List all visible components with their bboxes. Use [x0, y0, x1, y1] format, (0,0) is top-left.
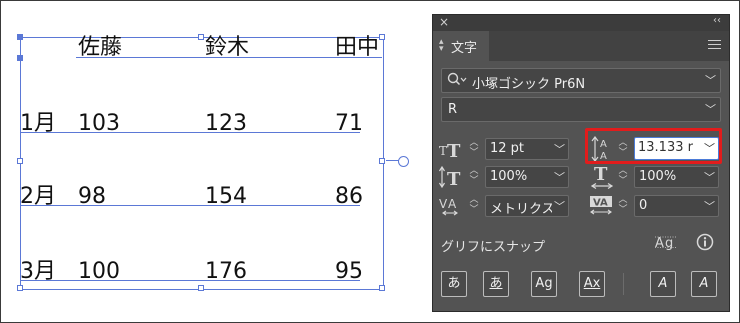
- cell-value: 100: [78, 259, 120, 284]
- kerning-field[interactable]: メトリクス ﹀: [485, 195, 569, 217]
- font-size-stepper[interactable]: ︿ ﹀: [467, 138, 481, 160]
- svg-text:A: A: [655, 236, 664, 251]
- chevron-down-icon[interactable]: ﹀: [554, 169, 565, 185]
- header-sato: 佐藤: [78, 35, 123, 60]
- tracking-field[interactable]: 0 ﹀: [634, 195, 719, 217]
- kerning-icon: V A: [439, 195, 465, 221]
- snap-baseline-button[interactable]: あ: [441, 271, 467, 297]
- chevron-down-icon[interactable]: ﹀: [704, 198, 715, 214]
- chevron-down-icon[interactable]: ﹀: [554, 141, 565, 157]
- row-label: 1月: [20, 111, 56, 136]
- cell-value: 98: [78, 184, 106, 209]
- svg-text:T: T: [439, 144, 447, 158]
- snap-to-glyph-label: グリフにスナップ: [441, 240, 546, 255]
- kerning-stepper[interactable]: ︿ ﹀: [467, 195, 481, 217]
- font-size-value: 12 pt: [490, 141, 525, 156]
- cell-value: 95: [335, 259, 363, 284]
- collapse-icon[interactable]: ‹‹: [713, 15, 721, 26]
- font-family-value: 小塚ゴシック Pr6N: [472, 77, 586, 92]
- handle-middle-right[interactable]: [379, 158, 385, 164]
- vertical-scale-stepper[interactable]: ︿ ﹀: [467, 166, 481, 188]
- chevron-down-icon[interactable]: ﹀: [554, 198, 565, 214]
- snap-angular-guides-button[interactable]: A: [650, 271, 676, 297]
- tracking-stepper[interactable]: ︿ ﹀: [616, 195, 630, 217]
- handle-bottom-middle[interactable]: [198, 285, 204, 291]
- tracking-value: 0: [639, 198, 648, 213]
- header-tanaka: 田中: [335, 35, 380, 60]
- tab-label: 文字: [451, 41, 478, 56]
- svg-text:T: T: [447, 141, 461, 160]
- svg-text:A: A: [448, 197, 457, 211]
- chevron-down-icon[interactable]: ﹀: [704, 169, 715, 185]
- horizontal-scale-field[interactable]: 100% ﹀: [634, 166, 719, 188]
- handle-bottom-right[interactable]: [379, 285, 385, 291]
- artboard-canvas: 佐藤 鈴木 田中 1月 103 123 71 2月 98 154 86 3月 1…: [0, 0, 420, 323]
- horizontal-scale-icon: T: [590, 164, 615, 194]
- close-icon[interactable]: ×: [439, 15, 449, 29]
- baseline-row-2: [20, 205, 360, 206]
- svg-text:VA: VA: [593, 198, 608, 209]
- snap-em-box-button[interactable]: あ: [483, 271, 509, 297]
- row-label: 2月: [20, 184, 56, 209]
- svg-text:T: T: [594, 164, 608, 185]
- chevron-down-icon: ﹀: [705, 103, 716, 116]
- vertical-scale-field[interactable]: 100% ﹀: [485, 166, 569, 188]
- baseline-row-3: [20, 280, 360, 281]
- row-label: 3月: [20, 259, 56, 284]
- horizontal-scale-stepper[interactable]: ︿ ﹀: [616, 166, 630, 188]
- kerning-value: メトリクス: [490, 202, 552, 217]
- svg-text:V: V: [439, 197, 448, 211]
- button-separator: [623, 273, 624, 295]
- leading-highlight-box: [585, 128, 722, 164]
- glyph-snap-icon[interactable]: A g: [655, 233, 679, 257]
- cell-value: 154: [205, 184, 247, 209]
- font-size-field[interactable]: 12 pt ﹀: [485, 138, 569, 160]
- tab-character[interactable]: ▴ ▾ 文字: [433, 31, 489, 61]
- text-frame-selection[interactable]: [20, 37, 384, 290]
- font-family-dropdown[interactable]: 小塚ゴシック Pr6N ﹀: [441, 68, 721, 93]
- info-icon[interactable]: [696, 233, 714, 255]
- vertical-scale-icon: T: [438, 165, 465, 192]
- handle-bottom-left[interactable]: [17, 285, 23, 291]
- font-style-dropdown[interactable]: R ﹀: [441, 97, 721, 122]
- cell-value: 176: [205, 259, 247, 284]
- cell-value: 71: [335, 111, 363, 136]
- panel-title-bar: × ‹‹: [433, 15, 729, 31]
- chevron-down-icon: ﹀: [705, 74, 716, 87]
- header-suzuki: 鈴木: [205, 35, 250, 60]
- snap-anchor-point-button[interactable]: A: [691, 271, 717, 297]
- snap-proximity-guides-button[interactable]: Ax: [579, 271, 605, 297]
- vertical-scale-value: 100%: [490, 169, 528, 184]
- cell-value: 86: [335, 184, 363, 209]
- search-icon[interactable]: [447, 71, 467, 93]
- cell-value: 103: [78, 111, 120, 136]
- horizontal-scale-value: 100%: [639, 169, 677, 184]
- font-style-value: R: [448, 102, 458, 117]
- out-port-handle[interactable]: [398, 156, 409, 167]
- panel-tab-bar: ▴ ▾ 文字: [433, 31, 729, 61]
- panel-menu-icon[interactable]: [708, 40, 721, 52]
- handle-top-right[interactable]: [379, 34, 385, 40]
- cell-value: 123: [205, 111, 247, 136]
- snap-glyph-bounds-button[interactable]: Ag: [531, 271, 557, 297]
- baseline-row-1: [20, 132, 360, 133]
- handle-middle-left[interactable]: [17, 158, 23, 164]
- font-size-icon: T T: [439, 138, 465, 164]
- tracking-icon: VA: [589, 195, 615, 221]
- tab-reorder-icon: ▴ ▾: [439, 37, 444, 54]
- svg-text:T: T: [447, 169, 461, 188]
- handle-top-left[interactable]: [17, 34, 23, 40]
- handle-top-middle[interactable]: [198, 34, 204, 40]
- svg-text:g: g: [665, 236, 673, 251]
- handle-anchor[interactable]: [17, 55, 23, 61]
